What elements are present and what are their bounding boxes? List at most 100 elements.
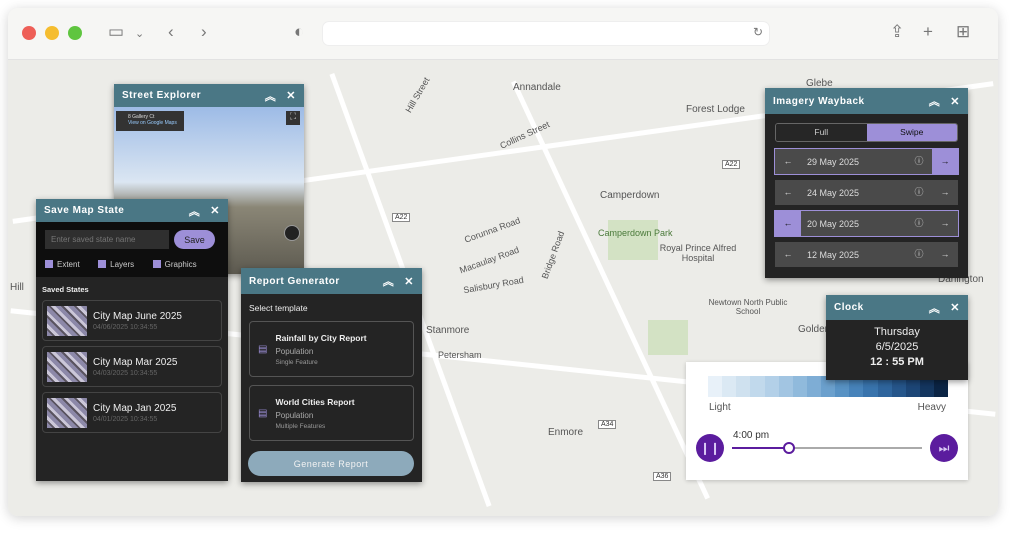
save-button[interactable]: Save (174, 230, 215, 249)
map-label: Camperdown (600, 190, 660, 201)
close-icon[interactable]: ✕ (210, 204, 220, 217)
color-ramp-step (722, 376, 737, 397)
swipe-mode-tab[interactable]: Swipe (866, 124, 957, 141)
map-label: Petersham (438, 350, 482, 360)
maximize-window-button[interactable] (68, 26, 82, 40)
pause-button[interactable]: ❙❙ (696, 434, 724, 462)
chevron-down-icon[interactable]: ⌄ (135, 27, 144, 40)
shield-icon: ◐ (294, 22, 305, 41)
close-icon[interactable]: ✕ (950, 95, 960, 108)
panel-title: Report Generator (249, 275, 340, 287)
arrow-right-icon[interactable]: → (932, 242, 958, 267)
info-icon[interactable]: ⓘ (906, 211, 932, 236)
reload-icon[interactable]: ↻ (753, 25, 763, 39)
forward-icon[interactable]: › (201, 22, 207, 42)
map-label: Forest Lodge (686, 104, 745, 115)
share-icon[interactable]: ⇪ (890, 22, 904, 42)
arrow-right-icon[interactable]: → (932, 149, 958, 174)
state-name: City Map Jan 2025 (93, 402, 177, 414)
template-type: Multiple Features (275, 422, 326, 430)
state-name: City Map Mar 2025 (93, 356, 178, 368)
road-shield: A22 (722, 160, 741, 169)
arrow-left-icon[interactable]: ← (775, 149, 801, 174)
close-icon[interactable]: ✕ (286, 89, 296, 102)
tab-overview-icon[interactable]: ⊞ (956, 22, 970, 42)
full-mode-tab[interactable]: Full (776, 124, 867, 141)
clock-panel: Clock ︽ ✕ Thursday 6/5/2025 12 : 55 PM (826, 295, 968, 380)
next-step-button[interactable]: ⏭ (930, 434, 958, 462)
arrow-left-icon[interactable]: ← (775, 211, 801, 236)
back-icon[interactable]: ‹ (168, 22, 174, 42)
close-icon[interactable]: ✕ (950, 301, 960, 314)
collapse-icon[interactable]: ︽ (383, 273, 395, 289)
wayback-date-row[interactable]: ← 12 May 2025 ⓘ → (775, 242, 958, 267)
close-window-button[interactable] (22, 26, 36, 40)
color-ramp-step (764, 376, 779, 397)
map-label: Stanmore (426, 325, 470, 336)
section-heading: Select template (249, 303, 308, 313)
template-card[interactable]: ▤ World Cities Report Population Multiple F… (249, 385, 414, 441)
graphics-checkbox[interactable]: Graphics (152, 260, 197, 269)
map-label: Camperdown Park (598, 228, 673, 238)
wayback-date-row[interactable]: ← 24 May 2025 ⓘ → (775, 180, 958, 205)
wayback-date: 24 May 2025 (807, 187, 860, 198)
arrow-left-icon[interactable]: ← (775, 242, 801, 267)
wayback-date: 29 May 2025 (807, 156, 860, 167)
arrow-right-icon[interactable]: → (932, 211, 958, 236)
info-icon[interactable]: ⓘ (906, 242, 932, 267)
template-field: Population (275, 410, 314, 420)
state-name-input[interactable] (45, 230, 169, 249)
info-icon[interactable]: ⓘ (906, 180, 932, 205)
time-slider-thumb[interactable] (783, 442, 795, 454)
template-card[interactable]: ▤ Rainfall by City Report Population Single… (249, 321, 414, 377)
state-thumbnail (47, 351, 87, 382)
info-icon[interactable]: ⓘ (906, 149, 932, 174)
map-label: Corunna Road (463, 215, 522, 245)
map-label: Hill Street (403, 75, 432, 115)
template-name: Rainfall by City Report (275, 332, 367, 343)
state-thumbnail (47, 305, 87, 336)
color-ramp-step (750, 376, 765, 397)
template-field: Population (275, 346, 314, 356)
current-time-label: 4:00 pm (733, 430, 770, 441)
collapse-icon[interactable]: ︽ (929, 93, 941, 109)
panel-title: Save Map State (44, 205, 125, 216)
new-tab-icon[interactable]: + (923, 22, 933, 42)
collapse-icon[interactable]: ︽ (189, 203, 201, 219)
google-maps-link[interactable]: View on Google Maps (128, 120, 180, 126)
extent-checkbox[interactable]: Extent (45, 260, 80, 269)
fullscreen-icon[interactable]: ⛶ (286, 111, 300, 125)
minimize-window-button[interactable] (45, 26, 59, 40)
address-bar[interactable]: ↻ (322, 21, 770, 46)
state-thumbnail (47, 397, 87, 428)
state-date: 04/06/2025 10:34:55 (93, 323, 158, 331)
time-slider-track[interactable] (732, 442, 922, 454)
wayback-date-row[interactable]: ← 20 May 2025 ⓘ → (774, 210, 959, 237)
layers-checkbox[interactable]: Layers (98, 260, 134, 269)
color-ramp-step (736, 376, 751, 397)
road-shield: A22 (392, 213, 411, 222)
map-label: Annandale (513, 82, 561, 93)
panel-title: Imagery Wayback (773, 95, 865, 107)
map-label: Newtown North Public School (708, 298, 788, 316)
saved-state-item[interactable]: City Map Jan 2025 04/01/2025 10:34:55 (42, 392, 222, 433)
state-name: City Map June 2025 (93, 310, 182, 322)
legend-low-label: Light (709, 402, 731, 413)
template-type: Single Feature (275, 358, 318, 366)
arrow-left-icon[interactable]: ← (775, 180, 801, 205)
saved-state-item[interactable]: City Map June 2025 04/06/2025 10:34:55 (42, 300, 222, 341)
saved-state-item[interactable]: City Map Mar 2025 04/03/2025 10:34:55 (42, 346, 222, 387)
map-label: Salisbury Road (462, 274, 525, 296)
collapse-icon[interactable]: ︽ (265, 88, 277, 104)
arrow-right-icon[interactable]: → (932, 180, 958, 205)
panel-title: Clock (834, 302, 864, 313)
clock-date: 6/5/2025 (875, 341, 919, 353)
report-generator-panel: Report Generator ︽ ✕ Select template ▤ Rain… (241, 268, 422, 482)
wayback-date-row[interactable]: ← 29 May 2025 ⓘ → (774, 148, 959, 175)
sidebar-icon[interactable]: ▭ (108, 22, 124, 42)
map-label: Hill (10, 282, 24, 293)
compass-icon[interactable] (284, 225, 300, 241)
collapse-icon[interactable]: ︽ (929, 300, 941, 316)
generate-report-button[interactable]: Generate Report (248, 451, 414, 476)
close-icon[interactable]: ✕ (404, 275, 414, 288)
